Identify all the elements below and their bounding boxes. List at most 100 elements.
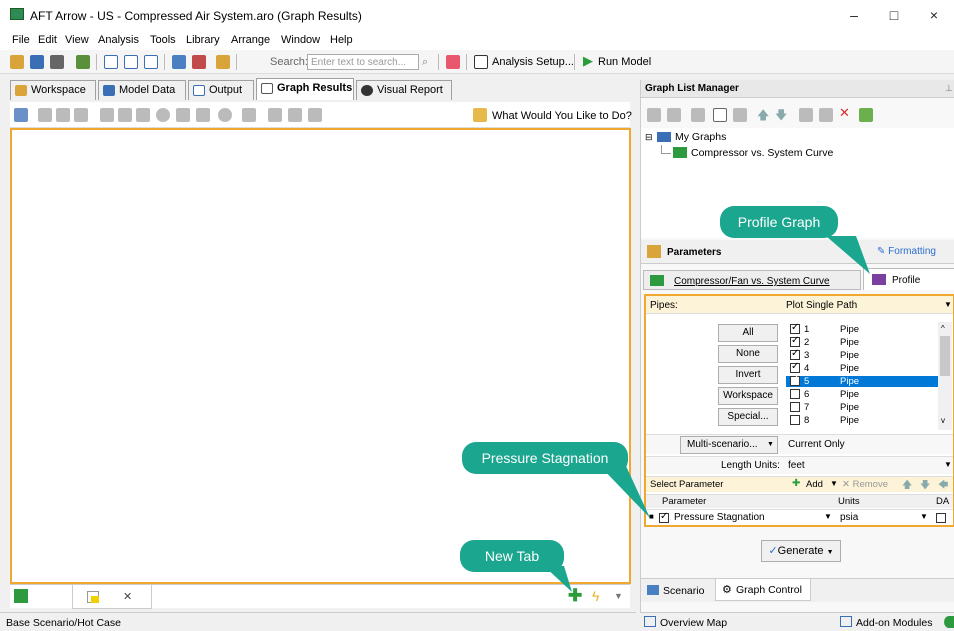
menu-view[interactable]: View <box>65 34 89 46</box>
export-graph-icon[interactable] <box>268 108 282 122</box>
layout-single-icon[interactable] <box>104 55 118 69</box>
param-up-icon[interactable]: 🡅 <box>902 478 912 495</box>
multi-scenario-value[interactable]: Current Only <box>788 439 845 450</box>
param-enabled-checkbox[interactable] <box>659 511 669 523</box>
tree-item-compressor[interactable]: Compressor vs. System Curve <box>691 147 833 159</box>
pipes-mode-dropdown-icon[interactable]: ▼ <box>944 300 952 309</box>
what-would-you-like-button[interactable]: What Would You Like to Do? <box>492 110 632 122</box>
pipes-none-button[interactable]: None <box>718 345 778 363</box>
graph-canvas[interactable] <box>10 128 631 584</box>
pipes-scrollbar[interactable]: ^ v <box>938 322 952 430</box>
open-icon[interactable] <box>10 55 24 69</box>
tab-model-data[interactable]: Model Data <box>98 80 186 100</box>
minimize-button[interactable]: – <box>840 4 868 26</box>
tab-scenario[interactable]: Scenario <box>643 581 713 601</box>
add-param-button[interactable]: Add <box>806 479 823 490</box>
graph-settings-icon[interactable] <box>14 108 28 122</box>
menu-file[interactable]: File <box>12 34 30 46</box>
param-dropdown-icon[interactable]: ▼ <box>824 512 832 521</box>
length-units-dropdown-icon[interactable]: ▼ <box>944 460 952 469</box>
legend-icon[interactable] <box>136 108 150 122</box>
delete-icon[interactable]: ✕ <box>839 105 850 121</box>
menu-window[interactable]: Window <box>281 34 320 46</box>
crosshair-icon[interactable] <box>156 108 170 122</box>
zoom-icon[interactable] <box>218 108 232 122</box>
layout-horizontal-icon[interactable] <box>144 55 158 69</box>
table-icon[interactable] <box>74 108 88 122</box>
menu-analysis[interactable]: Analysis <box>98 34 139 46</box>
network-alt-icon[interactable] <box>192 55 206 69</box>
pipe-row-7[interactable]: 7 Pipe <box>786 402 946 413</box>
run-model-button[interactable]: Run Model <box>598 56 651 68</box>
search-input[interactable]: Enter text to search... <box>307 54 419 70</box>
glm-graph-icon[interactable] <box>713 108 727 122</box>
formatting-link[interactable]: ✎ Formatting <box>877 246 936 257</box>
da-checkbox[interactable] <box>936 513 946 523</box>
parameter-row[interactable]: ■ Pressure Stagnation ▼ psia ▼ <box>646 509 953 525</box>
glm-new-icon[interactable] <box>647 108 661 122</box>
glm-copy-icon[interactable] <box>819 108 833 122</box>
tab-graph-control[interactable]: ⚙ Graph Control <box>715 579 811 601</box>
line-icon[interactable] <box>176 108 190 122</box>
menu-tools[interactable]: Tools <box>150 34 176 46</box>
param-down-icon[interactable]: 🡇 <box>920 478 930 495</box>
pipes-workspace-button[interactable]: Workspace <box>718 387 778 405</box>
annotate-icon[interactable] <box>242 108 256 122</box>
pipes-mode-select[interactable]: Plot Single Path <box>786 300 857 311</box>
pipe-row-8[interactable]: 8 Pipe <box>786 415 946 426</box>
tree-root[interactable]: My Graphs <box>675 131 726 143</box>
network-icon[interactable] <box>172 55 186 69</box>
menu-arrange[interactable]: Arrange <box>231 34 270 46</box>
pipe-row-3[interactable]: 3 Pipe <box>786 348 946 361</box>
refresh-icon[interactable] <box>288 108 302 122</box>
glm-options-icon[interactable] <box>859 108 873 122</box>
search-icon[interactable]: ⌕ <box>422 56 428 69</box>
pipe-checkbox[interactable] <box>790 402 800 412</box>
tab-workspace[interactable]: Workspace <box>10 80 96 100</box>
generate-button[interactable]: ✓Generate ▼ <box>761 540 841 562</box>
pipes-all-button[interactable]: All <box>718 324 778 342</box>
tab-dropdown-icon[interactable]: ▼ <box>614 591 623 601</box>
graph-tab-icon[interactable] <box>14 589 28 603</box>
axis-icon[interactable] <box>100 108 114 122</box>
paste-icon[interactable] <box>56 108 70 122</box>
param-left-icon[interactable]: 🡄 <box>938 478 948 495</box>
menu-edit[interactable]: Edit <box>38 34 57 46</box>
multi-scenario-button[interactable]: Multi-scenario... ▼ <box>680 436 778 454</box>
move-up-icon[interactable]: 🡅 <box>757 106 769 127</box>
pipe-checkbox[interactable] <box>790 415 800 425</box>
pipe-checkbox[interactable] <box>790 374 800 386</box>
tab-visual-report[interactable]: Visual Report <box>356 80 452 100</box>
length-units-select[interactable]: feet <box>788 460 805 471</box>
move-down-icon[interactable]: 🡇 <box>775 106 787 127</box>
tree-collapse-icon[interactable]: ⊟ <box>645 132 653 143</box>
new-graph-tab[interactable]: ✕ <box>72 585 152 609</box>
pipe-row-5[interactable]: 5 Pipe <box>786 374 938 387</box>
pipe-row-4[interactable]: 4 Pipe <box>786 361 946 374</box>
glm-save-icon[interactable] <box>667 108 681 122</box>
pipe-checkbox[interactable] <box>790 348 800 360</box>
pipe-checkbox[interactable] <box>790 322 800 334</box>
pipe-row-2[interactable]: 2 Pipe <box>786 335 946 348</box>
grid-icon[interactable] <box>118 108 132 122</box>
layout-vertical-icon[interactable] <box>124 55 138 69</box>
pipe-row-1[interactable]: 1 Pipe <box>786 322 946 335</box>
menu-library[interactable]: Library <box>186 34 220 46</box>
units-dropdown-icon[interactable]: ▼ <box>920 512 928 521</box>
remove-param-button[interactable]: ✕ Remove <box>842 479 888 490</box>
glm-rename-icon[interactable] <box>799 108 813 122</box>
pin-icon[interactable]: ⊥ <box>945 83 953 94</box>
flask-icon[interactable] <box>446 55 460 69</box>
pipe-checkbox[interactable] <box>790 389 800 399</box>
box-icon[interactable] <box>196 108 210 122</box>
tab-output[interactable]: Output <box>188 80 254 100</box>
library-icon[interactable] <box>216 55 230 69</box>
pipes-invert-button[interactable]: Invert <box>718 366 778 384</box>
glm-edit-icon[interactable] <box>733 108 747 122</box>
lightning-icon[interactable]: ϟ <box>592 588 599 604</box>
addon-modules-button[interactable]: Add-on Modules <box>856 617 932 629</box>
pipes-special-button[interactable]: Special... <box>718 408 778 426</box>
analysis-setup-button[interactable]: Analysis Setup... <box>492 56 574 68</box>
pipe-checkbox[interactable] <box>790 335 800 347</box>
pipe-checkbox[interactable] <box>790 361 800 373</box>
